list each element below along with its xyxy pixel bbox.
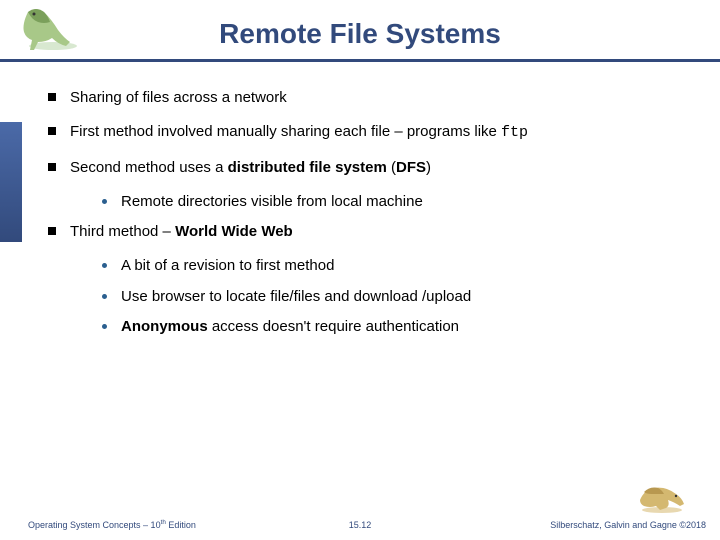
- bullet-text: First method involved manually sharing e…: [70, 122, 528, 143]
- bullet-text: Second method uses a distributed file sy…: [70, 158, 431, 178]
- sub-bullet-4-2: Use browser to locate file/files and dow…: [102, 287, 696, 307]
- text-fragment: Second method uses a: [70, 159, 228, 176]
- bold-term: DFS: [396, 159, 426, 176]
- bullet-text: Sharing of files across a network: [70, 88, 287, 108]
- sub-bullet-4-3: Anonymous access doesn't require authent…: [102, 317, 696, 337]
- sidebar-decoration: [0, 62, 22, 540]
- dinosaur-logo-icon: [8, 2, 88, 56]
- bullet-4: Third method – World Wide Web: [48, 222, 696, 242]
- dot-bullet-icon: [102, 294, 107, 299]
- slide-number: 15.12: [349, 520, 372, 530]
- bullet-text: Remote directories visible from local ma…: [121, 192, 423, 212]
- square-bullet-icon: [48, 227, 56, 235]
- text-fragment: Edition: [166, 520, 196, 530]
- dot-bullet-icon: [102, 263, 107, 268]
- bold-term: Anonymous: [121, 318, 208, 335]
- bullet-3: Second method uses a distributed file sy…: [48, 158, 696, 178]
- text-fragment: First method involved manually sharing e…: [70, 123, 501, 140]
- dot-bullet-icon: [102, 324, 107, 329]
- bullet-text: Use browser to locate file/files and dow…: [121, 287, 471, 307]
- square-bullet-icon: [48, 163, 56, 171]
- footer-left: Operating System Concepts – 10th Edition: [28, 519, 196, 530]
- bullet-text: Third method – World Wide Web: [70, 222, 293, 242]
- text-fragment: ): [426, 159, 431, 176]
- sub-bullet-4-1: A bit of a revision to first method: [102, 256, 696, 276]
- text-fragment: access doesn't require authentication: [208, 318, 459, 335]
- code-fragment: ftp: [501, 124, 528, 141]
- bullet-text: A bit of a revision to first method: [121, 256, 334, 276]
- bold-term: distributed file system: [228, 159, 387, 176]
- bullet-1: Sharing of files across a network: [48, 88, 696, 108]
- page-title: Remote File Systems: [0, 0, 720, 50]
- square-bullet-icon: [48, 93, 56, 101]
- header: Remote File Systems: [0, 0, 720, 62]
- bullet-2: First method involved manually sharing e…: [48, 122, 696, 143]
- text-fragment: Operating System Concepts – 10: [28, 520, 161, 530]
- sub-bullet-3-1: Remote directories visible from local ma…: [102, 192, 696, 212]
- text-fragment: Third method –: [70, 223, 175, 240]
- square-bullet-icon: [48, 127, 56, 135]
- text-fragment: (: [387, 159, 396, 176]
- copyright: Silberschatz, Galvin and Gagne ©2018: [550, 520, 706, 530]
- bold-term: World Wide Web: [175, 223, 293, 240]
- dot-bullet-icon: [102, 199, 107, 204]
- content-area: Sharing of files across a network First …: [48, 88, 696, 347]
- bullet-text: Anonymous access doesn't require authent…: [121, 317, 459, 337]
- slide: Remote File Systems Sharing of files acr…: [0, 0, 720, 540]
- footer: Operating System Concepts – 10th Edition…: [0, 508, 720, 532]
